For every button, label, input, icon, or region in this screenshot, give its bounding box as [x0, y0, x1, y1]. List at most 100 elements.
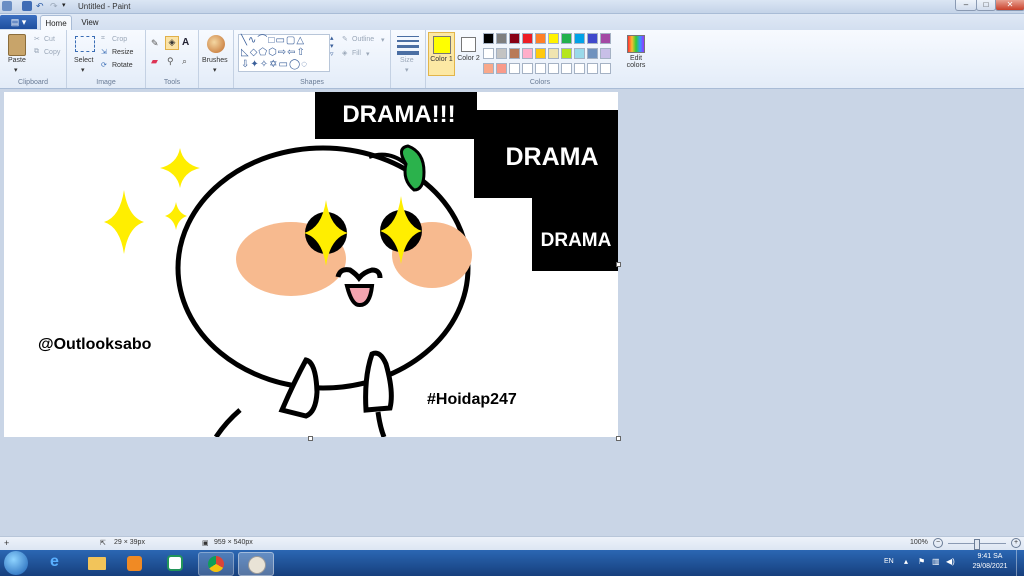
paste-dropdown-icon[interactable]: ▾ [14, 66, 18, 74]
size-group: Size ▾ [391, 30, 426, 88]
quick-access-dropdown-icon[interactable]: ▾ [62, 1, 72, 11]
canvas-resize-handle-corner[interactable] [616, 436, 621, 441]
color1-button[interactable]: Color 1 [428, 32, 455, 76]
shapes-group: ╲∿⌒□▭▢△ ◺◇⬠⬡⇨⇦⇧ ⇩✦✧✡▭◯◌ ▴ ▾ ▿ ✎ Outline ▾ ◈ … [234, 30, 391, 88]
palette-swatch[interactable] [535, 63, 546, 74]
brushes-icon [207, 35, 225, 53]
palette-swatch[interactable] [600, 48, 611, 59]
palette-swatch[interactable] [496, 33, 507, 44]
sparkle-medium-icon [160, 148, 200, 188]
tab-view[interactable]: View [76, 15, 104, 30]
pencil-icon[interactable]: ✎ [151, 38, 159, 49]
outline-dropdown-icon[interactable]: ▾ [381, 36, 385, 44]
paint-taskbar-icon[interactable] [238, 552, 274, 576]
palette-swatch[interactable] [561, 63, 572, 74]
minimize-button[interactable]: – [955, 0, 977, 11]
media-player-icon[interactable] [118, 552, 152, 574]
zoom-slider-thumb[interactable] [974, 539, 980, 550]
palette-swatch[interactable] [483, 33, 494, 44]
size-dropdown-icon[interactable]: ▾ [405, 66, 409, 74]
palette-swatch[interactable] [496, 63, 507, 74]
edit-colors-button[interactable]: Edit colors [624, 55, 648, 69]
palette-swatch[interactable] [522, 63, 533, 74]
shapes-gallery[interactable]: ╲∿⌒□▭▢△ ◺◇⬠⬡⇨⇦⇧ ⇩✦✧✡▭◯◌ [238, 34, 330, 72]
flag-icon[interactable]: ⚑ [918, 557, 925, 566]
palette-swatch[interactable] [574, 63, 585, 74]
fill-bucket-icon[interactable]: ◈ [165, 36, 179, 50]
start-button[interactable] [4, 551, 28, 575]
redo-icon[interactable]: ↷ [50, 1, 60, 11]
fill-button[interactable]: Fill [352, 50, 361, 57]
brushes-dropdown-icon[interactable]: ▾ [213, 66, 217, 74]
palette-swatch[interactable] [522, 33, 533, 44]
paste-button[interactable]: Paste [8, 57, 26, 64]
clock-date[interactable]: 29/08/2021 [966, 563, 1014, 570]
palette-swatch[interactable] [587, 33, 598, 44]
volume-icon[interactable]: ◀) [946, 557, 955, 566]
eraser-icon[interactable]: ▰ [151, 56, 158, 67]
palette-swatch[interactable] [600, 63, 611, 74]
size-button[interactable]: Size [400, 57, 414, 64]
show-desktop-button[interactable] [1016, 550, 1024, 576]
resize-button[interactable]: Resize [112, 49, 133, 56]
body-right-line [375, 411, 387, 437]
palette-swatch[interactable] [561, 33, 572, 44]
save-icon[interactable] [22, 1, 32, 11]
undo-icon[interactable]: ↶ [36, 1, 46, 11]
chrome-icon[interactable] [198, 552, 234, 576]
zoom-in-button[interactable]: + [1011, 538, 1021, 548]
palette-swatch[interactable] [574, 33, 585, 44]
file-menu-button[interactable]: ▤ ▾ [0, 15, 37, 29]
palette-swatch[interactable] [600, 33, 611, 44]
network-icon[interactable]: ▥ [932, 557, 940, 566]
palette-swatch[interactable] [587, 48, 598, 59]
outline-button[interactable]: Outline [352, 36, 374, 43]
drama-text-3: DRAMA [541, 230, 612, 251]
clock-time[interactable]: 9:41 SA [970, 553, 1010, 560]
palette-swatch[interactable] [496, 48, 507, 59]
brushes-button[interactable]: Brushes [202, 57, 228, 64]
palette-swatch[interactable] [483, 48, 494, 59]
cursor-position-icon: ⇱ [100, 540, 106, 547]
palette-swatch[interactable] [509, 33, 520, 44]
maximize-button[interactable]: □ [976, 0, 996, 11]
palette-swatch[interactable] [574, 48, 585, 59]
palette-swatch[interactable] [535, 48, 546, 59]
copy-button[interactable]: Copy [44, 49, 60, 56]
tray-chevron-icon[interactable]: ▴ [904, 557, 908, 566]
cursor-position: 29 × 39px [114, 539, 145, 546]
canvas-resize-handle-bottom[interactable] [308, 436, 313, 441]
shapes-scroll-icon[interactable]: ▴ ▾ ▿ [330, 34, 334, 58]
select-button[interactable]: Select [74, 57, 93, 64]
cut-button[interactable]: Cut [44, 36, 55, 43]
palette-swatch[interactable] [509, 48, 520, 59]
zoom-out-button[interactable]: − [933, 538, 943, 548]
palette-swatch[interactable] [522, 48, 533, 59]
palette-swatch[interactable] [587, 63, 598, 74]
color-picker-icon[interactable]: ⚲ [167, 56, 174, 67]
crop-icon: ⌗ [101, 35, 105, 42]
app-icon[interactable] [158, 552, 192, 574]
ie-icon[interactable]: e [40, 552, 74, 574]
close-button[interactable]: ✕ [995, 0, 1024, 11]
palette-swatch[interactable] [548, 63, 559, 74]
color2-button[interactable]: Color 2 [456, 32, 481, 74]
palette-swatch[interactable] [535, 33, 546, 44]
palette-swatch[interactable] [483, 63, 494, 74]
canvas-resize-handle-right[interactable] [616, 262, 621, 267]
fill-dropdown-icon[interactable]: ▾ [366, 50, 370, 58]
palette-swatch[interactable] [548, 33, 559, 44]
select-dropdown-icon[interactable]: ▾ [81, 66, 85, 74]
language-indicator[interactable]: EN [884, 558, 894, 565]
tab-home[interactable]: Home [40, 15, 72, 31]
palette-swatch[interactable] [548, 48, 559, 59]
text-tool-icon[interactable]: A [182, 37, 189, 48]
magnifier-icon[interactable]: ⌕ [182, 56, 187, 67]
drawing-canvas[interactable]: DRAMA!!! DRAMA DRAMA @Outlooksabo #Hoida… [4, 92, 618, 437]
palette-swatch[interactable] [509, 63, 520, 74]
explorer-icon[interactable] [80, 552, 114, 574]
rotate-button[interactable]: Rotate [112, 62, 133, 69]
paint-app-icon[interactable] [2, 1, 12, 11]
crop-button[interactable]: Crop [112, 36, 127, 43]
palette-swatch[interactable] [561, 48, 572, 59]
